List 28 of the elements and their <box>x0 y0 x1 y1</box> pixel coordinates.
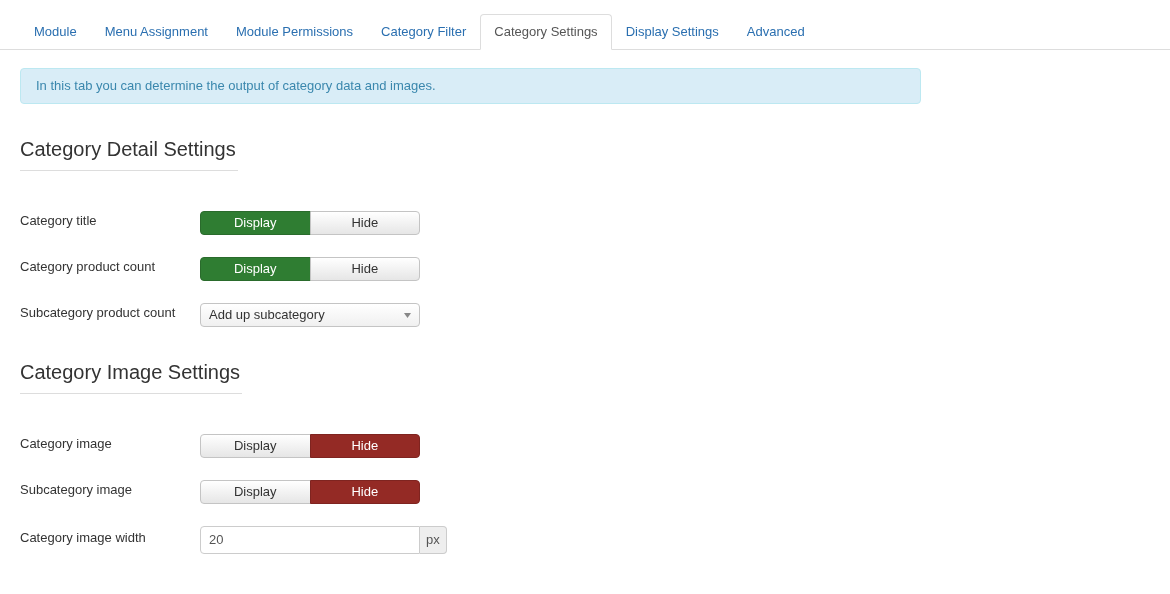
tab[interactable]: Category Settings <box>480 14 612 50</box>
tab[interactable]: Module <box>20 14 91 50</box>
toggle-option[interactable]: Hide <box>309 434 420 458</box>
info-alert: In this tab you can determine the output of category data and images. <box>20 68 921 104</box>
tab[interactable]: Menu Assignment <box>90 14 222 50</box>
toggle-option[interactable]: Display <box>200 434 311 458</box>
field-label: Category product count <box>20 258 157 277</box>
unit-label: px <box>420 526 447 554</box>
tab[interactable]: Category Filter <box>367 14 481 50</box>
dropdown[interactable]: Add up subcategory <box>200 303 420 327</box>
tab[interactable]: Display Settings <box>611 14 733 50</box>
section-heading: Category Image Settings <box>20 360 241 385</box>
toggle-option[interactable]: Display <box>200 480 311 504</box>
toggle-option[interactable]: Display <box>200 211 311 235</box>
tab[interactable]: Advanced <box>732 14 819 50</box>
toggle-option[interactable]: Hide <box>309 257 420 281</box>
toggle-option[interactable]: Hide <box>309 480 420 504</box>
field-label: Category image width <box>20 529 147 548</box>
tab[interactable]: Module Permissions <box>222 14 368 50</box>
input-field[interactable]: 20 <box>200 526 420 554</box>
field-label: Category image <box>20 435 113 454</box>
section-heading: Category Detail Settings <box>20 137 236 162</box>
toggle-option[interactable]: Display <box>200 257 311 281</box>
field-label: Subcategory product count <box>20 304 177 323</box>
field-label: Subcategory image <box>20 481 133 500</box>
caret-icon <box>404 312 411 318</box>
toggle-option[interactable]: Hide <box>309 211 420 235</box>
field-label: Category title <box>20 212 98 231</box>
